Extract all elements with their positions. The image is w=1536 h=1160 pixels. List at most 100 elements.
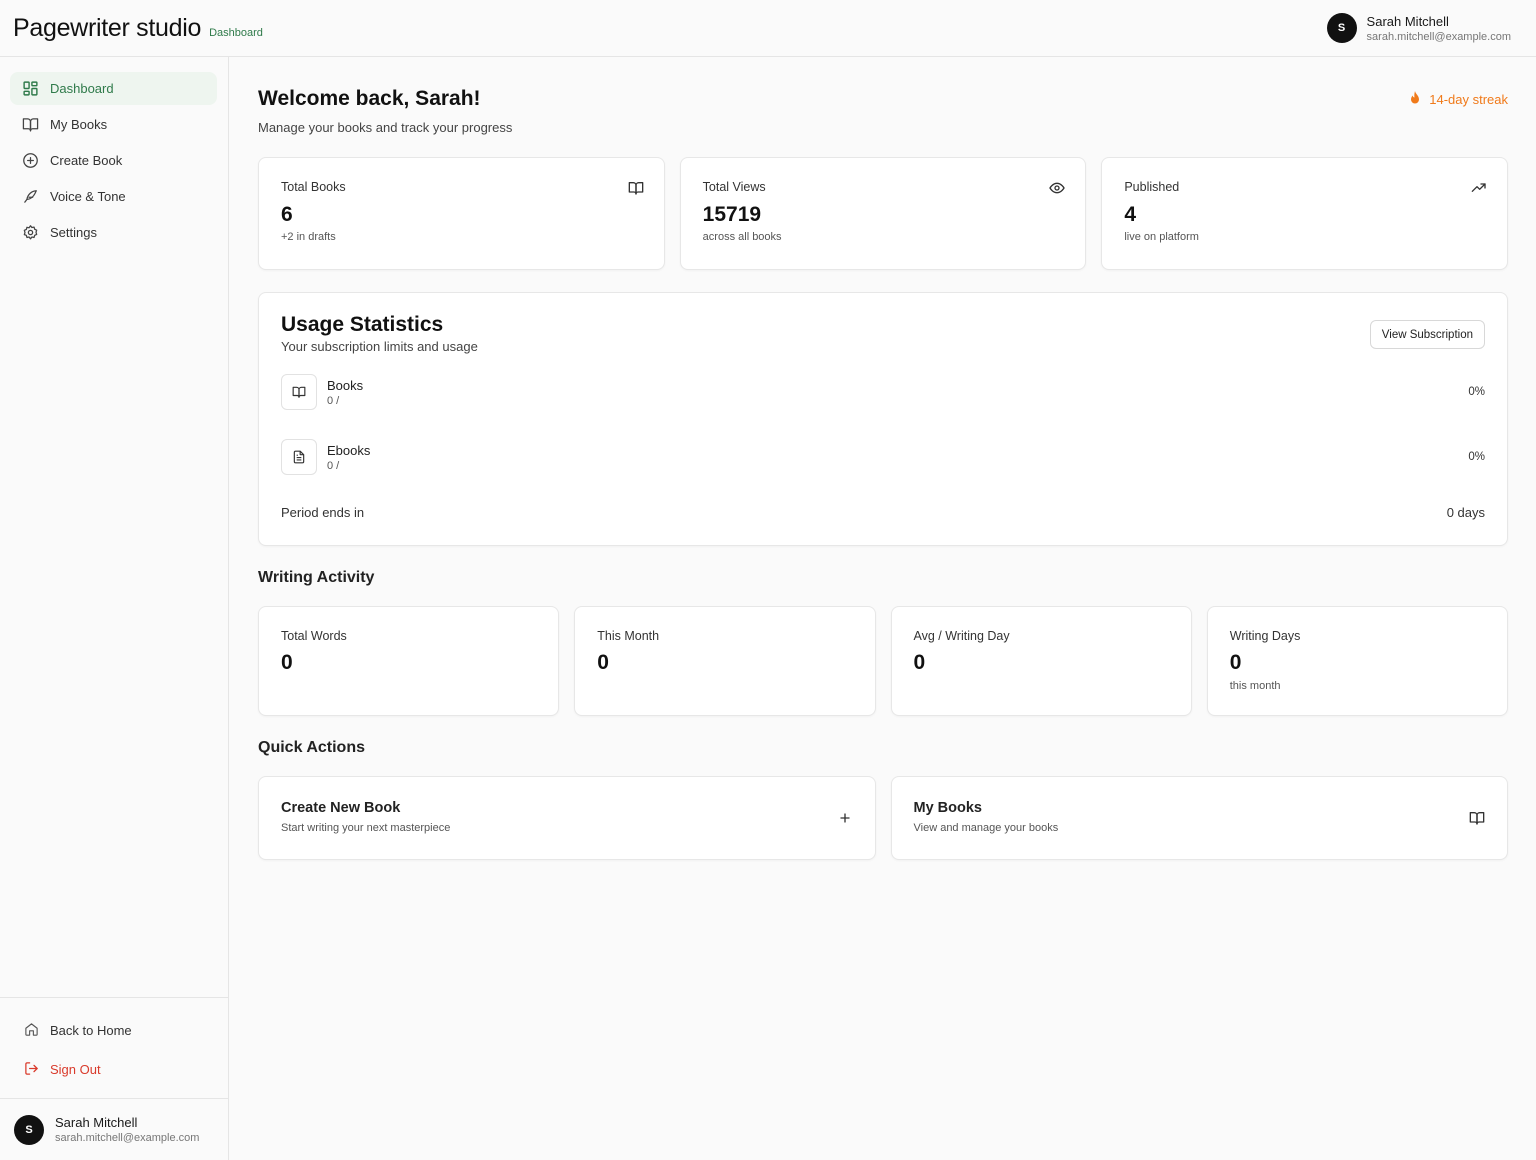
page-title: Welcome back, Sarah! [258, 87, 481, 110]
back-to-home-label: Back to Home [50, 1023, 132, 1038]
usage-name: Ebooks [327, 442, 371, 458]
user-name: Sarah Mitchell [1366, 13, 1449, 29]
book-open-icon [281, 374, 317, 410]
quick-action-sub: View and manage your books [913, 822, 1059, 834]
stat-value: 4 [1124, 203, 1137, 226]
activity-sub: this month [1229, 680, 1281, 692]
usage-count: 0 / [327, 459, 340, 472]
stat-label: Published [1124, 180, 1180, 194]
usage-line-books: Books 0 / 0% [281, 373, 1485, 411]
book-open-icon [628, 180, 644, 196]
usage-statistics-card: Usage Statistics Your subscription limit… [258, 292, 1508, 546]
plus-circle-icon [22, 152, 39, 169]
top-header: Pagewriter studio Dashboard S Sarah Mitc… [0, 0, 1536, 57]
sign-out-icon [24, 1061, 39, 1079]
stat-card-published: Published 4 live on platform [1101, 157, 1509, 270]
stat-sub: across all books [702, 231, 782, 243]
sidebar-item-create-book[interactable]: Create Book [10, 144, 217, 177]
avatar[interactable]: S [1326, 13, 1357, 43]
usage-line-ebooks: Ebooks 0 / 0% [281, 438, 1485, 476]
sidebar-item-dashboard[interactable]: Dashboard [10, 72, 217, 105]
user-name: Sarah Mitchell [55, 1115, 138, 1130]
plus-icon [837, 810, 853, 826]
trending-up-icon [1471, 180, 1487, 196]
activity-value: 0 [913, 651, 926, 674]
feather-pen-icon [22, 188, 39, 205]
quick-action-title: My Books [913, 800, 983, 816]
usage-percent: 0% [1468, 451, 1485, 463]
book-open-icon [22, 116, 39, 133]
usage-title: Usage Statistics [281, 313, 444, 336]
user-info: Sarah Mitchell sarah.mitchell@example.co… [1367, 14, 1511, 43]
quick-action-title: Create New Book [281, 800, 401, 816]
streak-badge: 14-day streak [1409, 91, 1508, 108]
usage-text: Books 0 / [327, 378, 363, 407]
sidebar-item-voice-tone[interactable]: Voice & Tone [10, 180, 217, 213]
stat-value: 15719 [702, 203, 762, 226]
streak-text: 14-day streak [1429, 92, 1508, 107]
writing-activity-title: Writing Activity [258, 569, 375, 586]
writing-activity-row: Total Words 0 This Month 0 Avg / Writing… [258, 606, 1508, 716]
page-subtitle: Manage your books and track your progres… [258, 120, 513, 135]
header-user-menu[interactable]: S Sarah Mitchell sarah.mitchell@example.… [1326, 13, 1511, 43]
stats-row: Total Books 6 +2 in drafts Total Views 1… [258, 157, 1509, 270]
current-section-label: Dashboard [209, 26, 263, 39]
activity-value: 0 [597, 651, 609, 674]
sidebar-nav: Dashboard My Books Create Book Voice & T… [0, 57, 228, 249]
sidebar-user-profile[interactable]: S Sarah Mitchell sarah.mitchell@example.… [0, 1098, 228, 1160]
user-info: Sarah Mitchell sarah.mitchell@example.co… [55, 1115, 199, 1144]
quick-actions-row: Create New Book Start writing your next … [258, 776, 1508, 860]
activity-label: Writing Days [1229, 629, 1301, 643]
user-email: sarah.mitchell@example.com [55, 1132, 200, 1144]
welcome-section: Welcome back, Sarah! Manage your books a… [258, 57, 1508, 157]
stat-sub: live on platform [1124, 231, 1199, 243]
sign-out-button[interactable]: Sign Out [10, 1053, 217, 1086]
activity-value: 0 [281, 651, 293, 674]
quick-actions-title: Quick Actions [258, 739, 365, 756]
sign-out-label: Sign Out [50, 1062, 101, 1077]
period-row: Period ends in 0 days [281, 505, 1485, 520]
activity-card-total-words: Total Words 0 [258, 606, 560, 716]
usage-count: 0 / [327, 394, 340, 407]
main-content: Welcome back, Sarah! Manage your books a… [258, 57, 1509, 860]
activity-label: Avg / Writing Day [913, 629, 1010, 643]
gear-icon [22, 224, 39, 241]
home-icon [24, 1022, 39, 1040]
view-subscription-button[interactable]: View Subscription [1369, 320, 1485, 349]
stat-card-total-books: Total Books 6 +2 in drafts [258, 157, 665, 270]
period-value: 0 days [1446, 505, 1485, 520]
book-open-icon [1469, 810, 1485, 826]
activity-card-avg-writing-day: Avg / Writing Day 0 [890, 606, 1192, 716]
activity-card-writing-days: Writing Days 0 this month [1206, 606, 1508, 716]
quick-action-sub: Start writing your next masterpiece [281, 822, 451, 834]
sidebar-item-label: Voice & Tone [50, 189, 126, 204]
usage-percent: 0% [1468, 386, 1485, 398]
back-to-home-link[interactable]: Back to Home [10, 1014, 217, 1047]
create-new-book-card[interactable]: Create New Book Start writing your next … [258, 776, 876, 860]
eye-icon [1049, 180, 1066, 196]
stat-label: Total Views [702, 180, 766, 194]
sidebar-item-my-books[interactable]: My Books [10, 108, 217, 141]
stat-value: 6 [281, 203, 293, 226]
brand-logo[interactable]: Pagewriter studio [13, 14, 201, 43]
sidebar-item-label: My Books [50, 117, 108, 132]
usage-name: Books [327, 377, 364, 393]
sidebar-item-label: Create Book [50, 153, 123, 168]
my-books-card[interactable]: My Books View and manage your books [890, 776, 1508, 860]
sidebar: Dashboard My Books Create Book Voice & T… [0, 57, 229, 1160]
usage-text: Ebooks 0 / [327, 443, 370, 472]
sidebar-item-label: Dashboard [50, 81, 114, 96]
activity-card-this-month: This Month 0 [574, 606, 876, 716]
activity-value: 0 [1229, 651, 1242, 674]
stat-label: Total Books [281, 180, 346, 194]
document-icon [281, 439, 317, 475]
period-label: Period ends in [281, 505, 365, 520]
sidebar-item-label: Settings [50, 225, 97, 240]
sidebar-footer-links: Back to Home Sign Out [0, 997, 228, 1092]
activity-label: Total Words [281, 629, 347, 643]
stat-sub: +2 in drafts [281, 231, 336, 243]
activity-label: This Month [597, 629, 660, 643]
avatar: S [14, 1114, 44, 1145]
brand: Pagewriter studio Dashboard [13, 14, 263, 43]
sidebar-item-settings[interactable]: Settings [10, 216, 217, 249]
